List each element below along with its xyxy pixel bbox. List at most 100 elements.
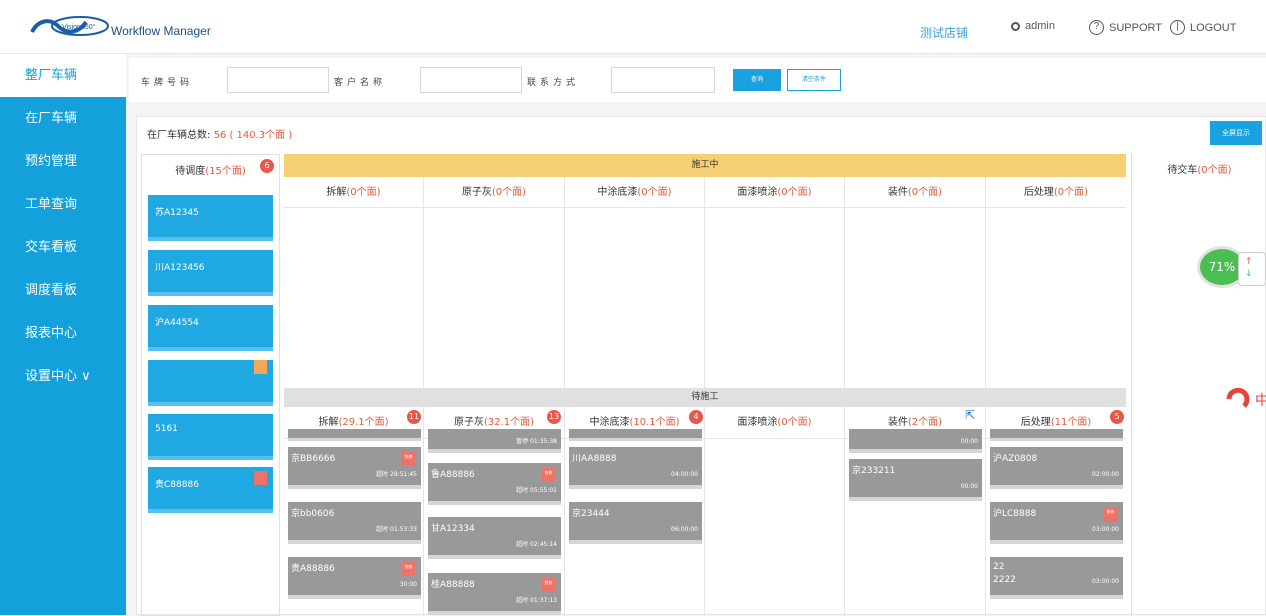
pending-card[interactable] bbox=[148, 360, 273, 406]
card-plate: 京233211 bbox=[852, 466, 896, 476]
stage-header: 面漆喷涂(0个面) bbox=[705, 177, 844, 208]
sogou-ime-icon[interactable]: 中 bbox=[1225, 386, 1266, 412]
pending-title: 待调度 bbox=[175, 166, 206, 177]
pending-card[interactable]: 苏A12345 bbox=[148, 195, 273, 241]
logout-button[interactable]: | LOGOUT bbox=[1170, 20, 1236, 35]
vehicle-summary: 在厂车辆总数: 56 ( 140.3个面 ) bbox=[147, 126, 292, 141]
bookmark-icon bbox=[254, 360, 267, 374]
logo-text: Vision360° bbox=[62, 23, 96, 31]
pending-card[interactable]: 沪A44554 bbox=[148, 305, 273, 351]
support-button[interactable]: ? SUPPORT bbox=[1089, 20, 1162, 35]
pending-card[interactable]: 川A123456 bbox=[148, 250, 273, 296]
card-time: 超时 02:45:14 bbox=[516, 541, 557, 548]
card-plate: 京bb0606 bbox=[291, 509, 335, 519]
card-plate: 川AA8888 bbox=[572, 454, 617, 464]
sidebar: 整厂车辆 在厂车辆 预约管理 工单查询 交车看板 调度看板 报表中心 设置中心 … bbox=[0, 54, 126, 615]
customer-label: 客户名称 bbox=[334, 78, 387, 88]
sidebar-item-work-orders[interactable]: 工单查询 bbox=[0, 183, 126, 226]
waiting-card[interactable]: 甘A12334 超时 02:45:14 bbox=[428, 517, 561, 559]
card-plate: 川A123456 bbox=[155, 263, 205, 273]
top-bar: Vision360° Workflow Manager 测试店铺 admin ?… bbox=[0, 0, 1266, 54]
card-plate: 京BB6666 bbox=[291, 454, 336, 464]
card-time: 超时 01:53:33 bbox=[376, 526, 417, 533]
card-time: 超时 01:37:13 bbox=[516, 597, 557, 604]
search-bar: 车牌号码 客户名称 联系方式 查询 清空条件 bbox=[129, 58, 1266, 102]
card-fragment bbox=[990, 429, 1123, 441]
waiting-card[interactable]: 京23444 06:00:00 bbox=[569, 502, 702, 544]
card-plate: 甘A12334 bbox=[431, 524, 475, 534]
store-name[interactable]: 测试店铺 bbox=[920, 24, 968, 41]
waiting-card[interactable]: 京bb0606 超时 01:53:33 bbox=[288, 502, 421, 544]
support-label: SUPPORT bbox=[1109, 21, 1162, 34]
waiting-column: 面漆喷涂(0个面) bbox=[705, 407, 845, 616]
waiting-card[interactable]: 鲁A88886 快修 超时 05:55:01 bbox=[428, 463, 561, 505]
customer-input[interactable] bbox=[420, 67, 522, 93]
stage-column: 后处理(0个面) bbox=[986, 177, 1126, 389]
waiting-card[interactable]: 川AA8888 04:00:00 bbox=[569, 447, 702, 489]
waiting-card[interactable]: 00:00 bbox=[849, 429, 982, 453]
card-time: 00:00 bbox=[960, 483, 978, 490]
card-time: 03:00:00 bbox=[1092, 526, 1119, 533]
card-plate: 22 2222 bbox=[993, 562, 1016, 585]
stage-column: 原子灰(0个面) bbox=[424, 177, 565, 389]
card-plate: 桂A88888 bbox=[431, 580, 475, 590]
waiting-card[interactable]: 暂停 01:35:38 bbox=[428, 429, 561, 453]
stage-column: 中涂底漆(0个面) bbox=[565, 177, 705, 389]
stage-header: 后处理(0个面) bbox=[986, 177, 1126, 208]
pending-card[interactable]: 贵C88886 bbox=[148, 467, 273, 513]
stage-column: 装件(0个面) bbox=[845, 177, 986, 389]
sidebar-item-all-vehicles[interactable]: 整厂车辆 bbox=[0, 54, 126, 97]
card-plate: 贵C88886 bbox=[155, 480, 199, 490]
pending-card[interactable]: 5161 bbox=[148, 414, 273, 460]
waiting-column: 装件(2个面) 00:00 京233211 00:00 bbox=[845, 407, 986, 616]
sidebar-item-settings[interactable]: 设置中心 ∨ bbox=[0, 355, 126, 398]
waiting-column: 拆解(29.1个面) 京BB6666 快修 超时 29:51:45 京bb0606 超… bbox=[284, 407, 424, 616]
waiting-card[interactable]: 京233211 00:00 bbox=[849, 459, 982, 501]
work-area: 施工中 拆解(0个面) 原子灰(0个面) 中涂底漆(0个面) 面漆喷涂(0个面)… bbox=[284, 154, 1126, 616]
waiting-card[interactable]: 沪AZ0808 02:00:00 bbox=[990, 447, 1123, 489]
fullscreen-button[interactable]: 全屏显示 bbox=[1210, 121, 1262, 145]
waiting-badge: 11 bbox=[407, 410, 421, 424]
user-name: admin bbox=[1025, 20, 1055, 32]
user-icon bbox=[1011, 21, 1020, 31]
delivery-header: 待交车(0个面) bbox=[1167, 165, 1232, 176]
sidebar-item-appointments[interactable]: 预约管理 bbox=[0, 140, 126, 183]
question-icon: ? bbox=[1089, 20, 1104, 35]
summary-label: 在厂车辆总数: bbox=[147, 130, 211, 141]
in-progress-band: 施工中 bbox=[284, 154, 1126, 177]
flag-icon: 快修 bbox=[542, 468, 555, 482]
logout-label: LOGOUT bbox=[1190, 21, 1237, 34]
card-fragment bbox=[569, 429, 702, 441]
quick-repair-flag-icon bbox=[254, 471, 267, 485]
app-title: Workflow Manager bbox=[111, 24, 211, 38]
waiting-card[interactable]: 京BB6666 快修 超时 29:51:45 bbox=[288, 447, 421, 489]
user-menu[interactable]: admin bbox=[1011, 20, 1055, 32]
stage-header: 原子灰(0个面) bbox=[424, 177, 564, 208]
card-fragment bbox=[288, 429, 421, 441]
waiting-badge: 5 bbox=[1110, 410, 1124, 424]
plate-label: 车牌号码 bbox=[141, 78, 194, 88]
pending-header: 待调度(15个面) bbox=[142, 155, 279, 188]
sidebar-item-delivery-board[interactable]: 交车看板 bbox=[0, 226, 126, 269]
waiting-column: 原子灰(32.1个面) 暂停 01:35:38 鲁A88886 快修 超时 05:5… bbox=[424, 407, 565, 616]
waiting-card[interactable]: 22 2222 03:00:00 bbox=[990, 557, 1123, 599]
waiting-card[interactable]: 贵A88886 快修 30:00 bbox=[288, 557, 421, 599]
clear-button[interactable]: 清空条件 bbox=[787, 69, 841, 91]
contact-input[interactable] bbox=[611, 67, 715, 93]
card-plate: 苏A12345 bbox=[155, 208, 199, 218]
waiting-card[interactable]: 沪LC8888 快修 03:00:00 bbox=[990, 502, 1123, 544]
pending-dispatch-column: 待调度(15个面) 6 苏A12345 川A123456 沪A44554 516… bbox=[141, 154, 280, 616]
plate-input[interactable] bbox=[227, 67, 329, 93]
sidebar-item-in-factory[interactable]: 在厂车辆 bbox=[0, 97, 126, 140]
waiting-column: 后处理(11个面) 沪AZ0808 02:00:00 沪LC8888 快修 03:00… bbox=[986, 407, 1126, 616]
waiting-band: 待施工 bbox=[284, 388, 1126, 407]
card-plate: 京23444 bbox=[572, 509, 610, 519]
sidebar-item-reports[interactable]: 报表中心 bbox=[0, 312, 126, 355]
card-plate: 鲁A88886 bbox=[431, 470, 475, 480]
waiting-card[interactable]: 桂A88888 快修 超时 01:37:13 bbox=[428, 573, 561, 615]
waiting-badge: 4 bbox=[689, 410, 703, 424]
sidebar-item-dispatch-board[interactable]: 调度看板 bbox=[0, 269, 126, 312]
card-time: 04:00:00 bbox=[671, 471, 698, 478]
query-button[interactable]: 查询 bbox=[733, 69, 781, 91]
card-plate: 沪AZ0808 bbox=[993, 454, 1038, 464]
